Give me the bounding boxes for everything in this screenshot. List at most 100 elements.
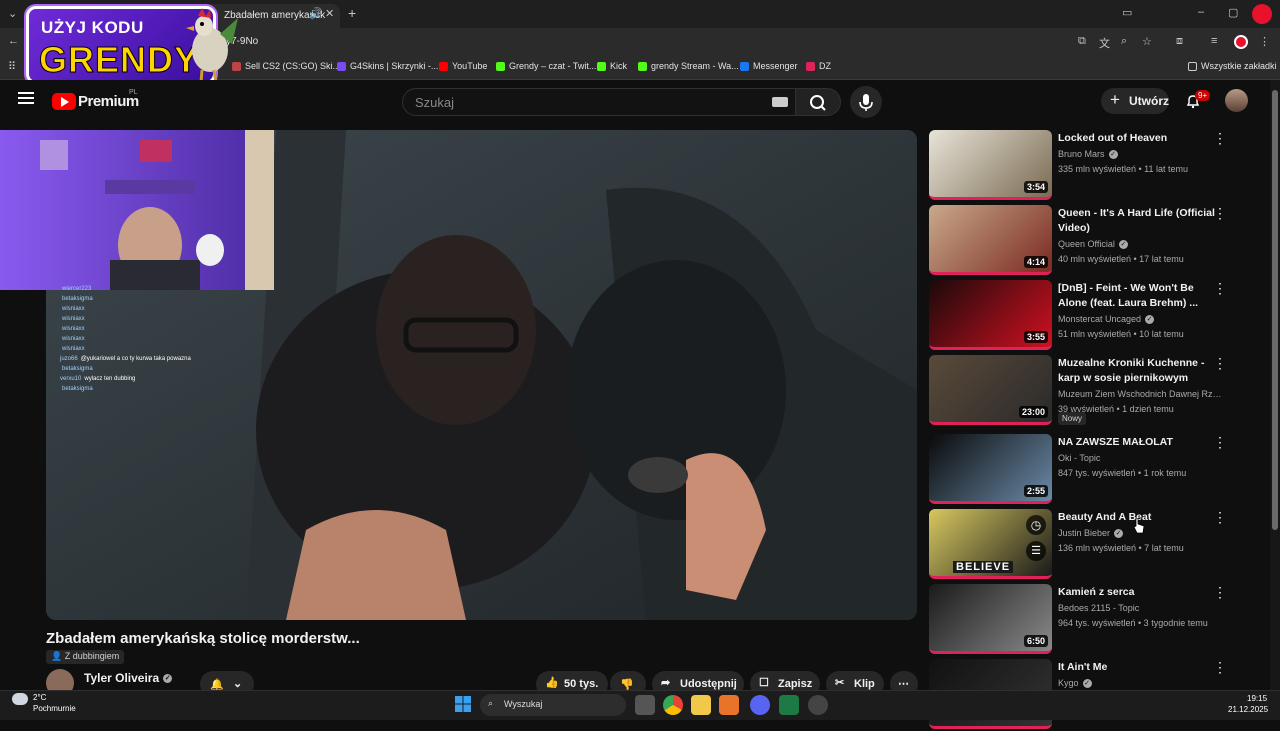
user-avatar[interactable] [1225, 89, 1248, 112]
bookmark-star-icon[interactable]: ☆ [1142, 35, 1152, 48]
chrome-taskbar-icon[interactable] [663, 695, 683, 715]
media-controls-icon[interactable]: ≡ [1211, 35, 1217, 47]
video-thumbnail[interactable]: 4:14 [929, 205, 1052, 275]
bookmark-item[interactable]: Sell CS2 (CS:GO) Ski... [232, 61, 340, 71]
new-badge: Nowy [1058, 412, 1087, 425]
more-options-icon[interactable]: ⋮ [1213, 435, 1227, 450]
chat-username: wisniaxx [62, 336, 85, 342]
zoom-icon[interactable]: ⌕ [1121, 35, 1127, 48]
bookmark-label: grendy Stream - Wa... [651, 61, 739, 71]
watch-later-icon[interactable]: ◷ [1026, 515, 1046, 535]
recommendation-title[interactable]: NA ZAWSZE MAŁOLAT [1058, 435, 1223, 450]
video-thumbnail[interactable]: 6:50 [929, 584, 1052, 654]
file-explorer-icon[interactable] [691, 695, 711, 715]
chat-username: betaksigma [62, 296, 93, 302]
recommendation-item[interactable]: BELIEVE ◷ ☰ Beauty And A Beat Justin Bieber ✓… [929, 509, 1229, 581]
recommendation-title[interactable]: Locked out of Heaven [1058, 131, 1223, 146]
keyboard-icon[interactable] [772, 97, 788, 107]
task-view-icon[interactable] [635, 695, 655, 715]
taskbar-search[interactable]: ⌕ Wyszukaj [480, 694, 626, 716]
create-button[interactable]: + Utwórz [1101, 88, 1169, 114]
tab-close-icon[interactable]: ✕ [325, 7, 334, 20]
more-options-icon[interactable]: ⋮ [1213, 585, 1227, 600]
recommendation-meta: 847 tys. wyświetleń • 1 rok temu [1058, 468, 1187, 478]
more-horizontal-icon: ⋯ [898, 678, 909, 690]
taskbar-search-label: Wyszukaj [504, 699, 543, 709]
scrollbar-thumb[interactable] [1272, 90, 1278, 530]
youtube-logo-icon[interactable] [52, 93, 76, 110]
add-to-queue-icon[interactable]: ☰ [1026, 541, 1046, 561]
recommendation-channel[interactable]: Queen Official ✓ [1058, 239, 1226, 250]
more-options-icon[interactable]: ⋮ [1213, 131, 1227, 146]
profile-avatar[interactable] [1252, 4, 1272, 24]
recommendation-channel[interactable]: Bedoes 2115 - Topic [1058, 603, 1226, 613]
recommendation-channel[interactable]: Kygo ✓ [1058, 678, 1226, 689]
menu-kebab-icon[interactable]: ⋮ [1259, 35, 1270, 48]
video-thumbnail[interactable]: BELIEVE ◷ ☰ [929, 509, 1052, 579]
recommendation-title[interactable]: Muzealne Kroniki Kuchenne - karp w sosie… [1058, 356, 1223, 386]
install-app-icon[interactable]: ⧉ [1078, 35, 1086, 48]
maximize-icon[interactable]: ▢ [1228, 6, 1238, 19]
recommendation-item[interactable]: 23:00 Muzealne Kroniki Kuchenne - karp w … [929, 355, 1229, 427]
apps-grid-icon[interactable]: ⠿ [8, 60, 16, 73]
translate-icon[interactable]: 文 [1099, 35, 1110, 51]
video-thumbnail[interactable]: 23:00 [929, 355, 1052, 425]
more-options-icon[interactable]: ⋮ [1213, 510, 1227, 525]
bookmark-item[interactable]: grendy Stream - Wa... [638, 61, 739, 71]
video-duration: 6:50 [1023, 635, 1048, 647]
all-bookmarks-label: Wszystkie zakładki [1201, 61, 1277, 71]
recommendation-title[interactable]: Queen - It's A Hard Life (Official Video… [1058, 206, 1223, 236]
recommendation-channel[interactable]: Muzeum Ziem Wschodnich Dawnej Rzec... [1058, 389, 1226, 399]
recommendation-meta: 40 mln wyświetleń • 17 lat temu [1058, 254, 1184, 264]
recommendation-item[interactable]: 6:50 Kamień z serca Bedoes 2115 - Topic 964… [929, 584, 1229, 656]
recommendation-title[interactable]: [DnB] - Feint - We Won't Be Alone (feat.… [1058, 281, 1223, 311]
channel-name[interactable]: Tyler Oliveira ✓ [84, 671, 173, 685]
all-bookmarks[interactable]: Wszystkie zakładki [1188, 61, 1277, 71]
verified-icon: ✓ [163, 674, 173, 684]
hamburger-menu-icon[interactable] [18, 92, 34, 94]
webcam-frame [0, 130, 274, 290]
recommendation-title[interactable]: Kamień z serca [1058, 585, 1223, 600]
discord-icon[interactable] [750, 695, 770, 715]
recommendation-item[interactable]: 3:54 Locked out of Heaven Bruno Mars ✓ 335 m… [929, 130, 1229, 202]
recommendation-item[interactable]: 3:55 [DnB] - Feint - We Won't Be Alone (f… [929, 280, 1229, 352]
verified-icon: ✓ [1108, 150, 1118, 160]
weather-cloud-icon[interactable] [12, 693, 28, 705]
microphone-icon [859, 94, 873, 111]
recommendation-channel[interactable]: Monstercat Uncaged ✓ [1058, 314, 1226, 325]
minimize-icon[interactable]: – [1198, 6, 1204, 18]
bookmark-item[interactable]: Kick [597, 61, 627, 71]
more-options-icon[interactable]: ⋮ [1213, 356, 1227, 371]
bookmark-item[interactable]: G4Skins | Skrzynki -... [337, 61, 438, 71]
recommendation-title[interactable]: It Ain't Me [1058, 660, 1223, 675]
more-options-icon[interactable]: ⋮ [1213, 281, 1227, 296]
new-tab-icon[interactable]: + [348, 5, 356, 21]
video-thumbnail[interactable]: 3:55 [929, 280, 1052, 350]
video-thumbnail[interactable]: 2:55 [929, 434, 1052, 504]
search-button[interactable] [795, 88, 841, 116]
cast-icon[interactable]: ▭ [1122, 6, 1132, 19]
recommendation-channel[interactable]: Oki - Topic [1058, 453, 1226, 463]
bookmark-item[interactable]: DZ [806, 61, 831, 71]
app-settings-icon[interactable] [808, 695, 828, 715]
recommendation-item[interactable]: 4:14 Queen - It's A Hard Life (Official V… [929, 205, 1229, 277]
tab-audio-icon[interactable]: 🔊 [309, 7, 323, 20]
start-button[interactable] [455, 696, 471, 712]
bookmark-item[interactable]: Messenger [740, 61, 798, 71]
more-options-icon[interactable]: ⋮ [1213, 660, 1227, 675]
extensions-icon[interactable]: ⧈ [1176, 35, 1183, 48]
more-options-icon[interactable]: ⋮ [1213, 206, 1227, 221]
app-a-icon[interactable] [719, 695, 739, 715]
account-icon[interactable] [1234, 35, 1248, 49]
excel-icon[interactable] [779, 695, 799, 715]
recommendation-item[interactable]: 2:55 NA ZAWSZE MAŁOLAT Oki - Topic 847 tys.… [929, 434, 1229, 506]
bookmark-label: Grendy – czat - Twit... [509, 61, 597, 71]
video-thumbnail[interactable]: 3:54 [929, 130, 1052, 200]
tab-search-icon[interactable]: ⌄ [8, 7, 17, 20]
voice-search-button[interactable] [850, 86, 882, 118]
bookmark-item[interactable]: YouTube [439, 61, 487, 71]
back-icon[interactable]: ← [8, 35, 19, 47]
recommendation-channel[interactable]: Bruno Mars ✓ [1058, 149, 1226, 160]
bookmark-item[interactable]: Grendy – czat - Twit... [496, 61, 596, 71]
search-input[interactable]: Szukaj [402, 88, 796, 116]
